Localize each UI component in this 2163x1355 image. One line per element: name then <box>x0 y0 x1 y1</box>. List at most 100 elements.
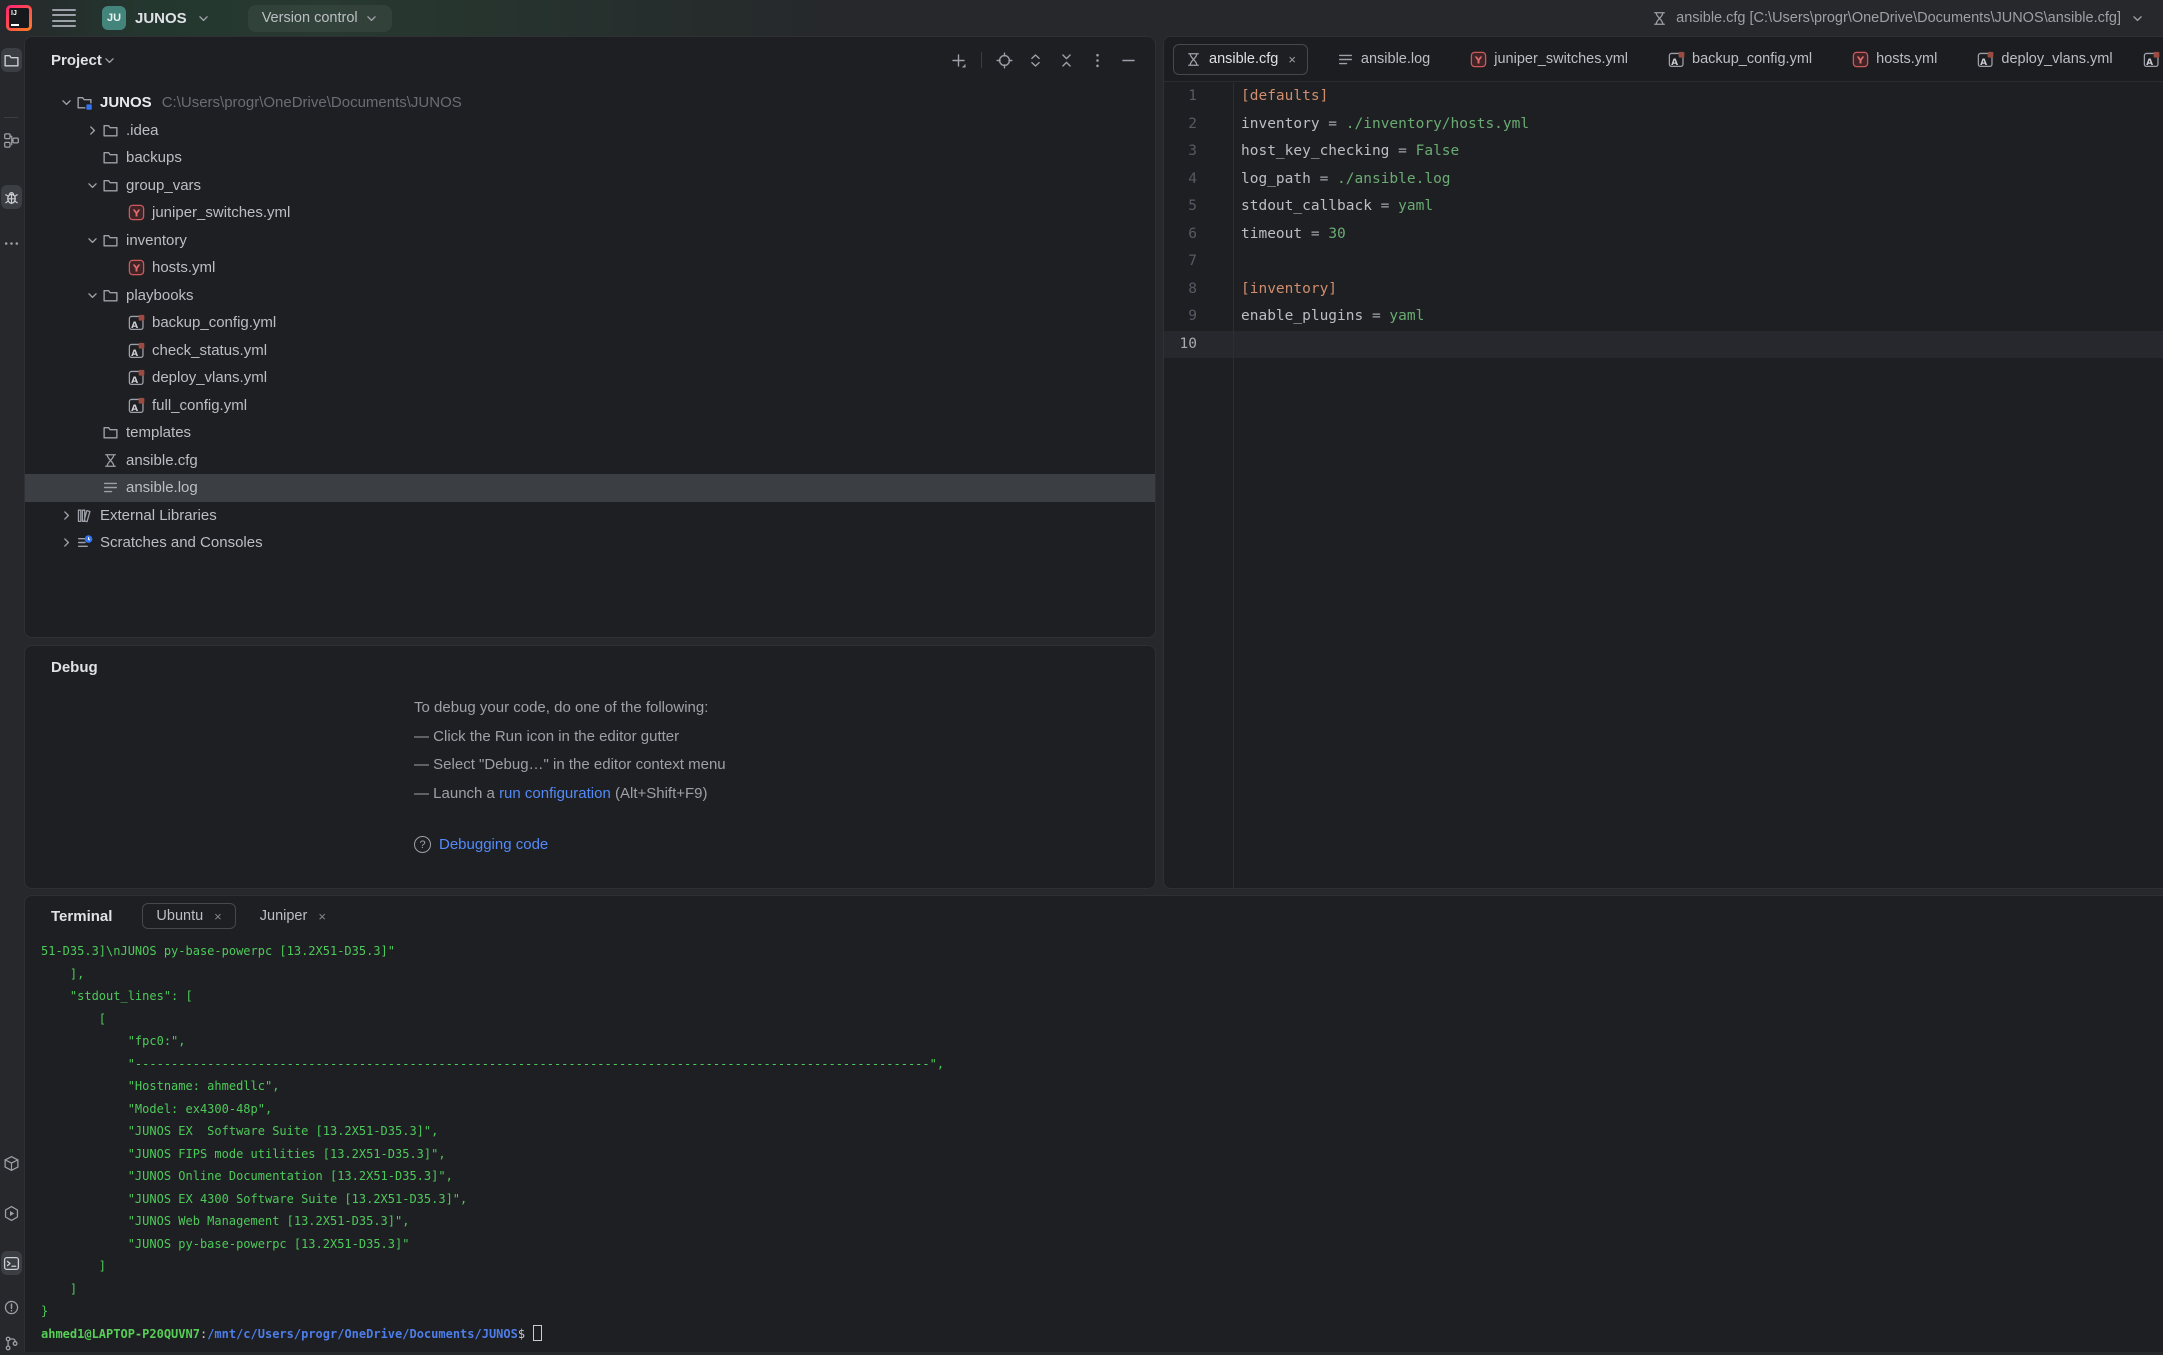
line-number: 6 <box>1164 221 1197 249</box>
line-number: 10 <box>1164 331 1197 359</box>
tree-item-hosts-yml[interactable]: Yhosts.yml <box>25 254 1155 282</box>
line-number: 9 <box>1164 303 1197 331</box>
prompt-path: /mnt/c/Users/progr/OneDrive/Documents/JU… <box>207 1327 518 1341</box>
main-menu-icon[interactable] <box>52 9 76 27</box>
editor-content[interactable]: 1[defaults]2inventory = ./inventory/host… <box>1164 83 2163 888</box>
tree-item-label: ansible.log <box>126 479 198 496</box>
svg-text:Y: Y <box>1856 55 1865 66</box>
tree-item-deploy-vlans-yml[interactable]: Adeploy_vlans.yml <box>25 364 1155 392</box>
terminal-cursor[interactable] <box>533 1325 542 1341</box>
tree-item-juniper-switches-yml[interactable]: Yjuniper_switches.yml <box>25 199 1155 227</box>
editor-line-9: 9enable_plugins = yaml <box>1164 303 2163 331</box>
tree-item-check-status-yml[interactable]: Acheck_status.yml <box>25 337 1155 365</box>
tree-item-inventory[interactable]: inventory <box>25 227 1155 255</box>
terminal-tab-juniper[interactable]: Juniper× <box>246 903 340 929</box>
add-button[interactable] <box>950 52 967 69</box>
debug-bug-icon[interactable] <box>1 185 22 209</box>
tree-item-scratches-and-consoles[interactable]: Scratches and Consoles <box>25 529 1155 557</box>
chevron-down-icon[interactable] <box>82 177 102 193</box>
editor-tab-label: ansible.log <box>1361 51 1430 67</box>
folder-icon <box>102 232 119 249</box>
terminal-tab-label: Ubuntu <box>156 908 203 924</box>
expand-all-button[interactable] <box>1027 52 1044 69</box>
svg-text:A: A <box>131 349 138 359</box>
editor-tab-backup-config-yml[interactable]: Abackup_config.yml <box>1648 37 1832 82</box>
folder-root-icon <box>76 94 93 111</box>
yaml-icon: Y <box>1470 51 1487 68</box>
editor-tab-juniper-switches-yml[interactable]: Yjuniper_switches.yml <box>1450 37 1648 82</box>
terminal-header: Terminal Ubuntu×Juniper× <box>25 896 2163 936</box>
editor-tab-label: ansible.cfg <box>1209 51 1278 67</box>
line-code: enable_plugins = yaml <box>1197 303 1424 331</box>
debug-help-row: ? Debugging code <box>414 836 548 853</box>
tree-item-idea[interactable]: .idea <box>25 117 1155 145</box>
prompt-dollar: $ <box>518 1327 525 1341</box>
collapse-all-button[interactable] <box>1058 52 1075 69</box>
chevron-down-icon[interactable] <box>82 287 102 303</box>
tree-item-ansible-cfg[interactable]: ansible.cfg <box>25 447 1155 475</box>
project-panel-title[interactable]: Project <box>51 52 102 69</box>
tree-item-external-libraries[interactable]: External Libraries <box>25 502 1155 530</box>
version-control-label: Version control <box>262 10 358 26</box>
terminal-line: } <box>41 1300 2155 1323</box>
problems-icon[interactable] <box>1 1295 22 1319</box>
tree-item-full-config-yml[interactable]: Afull_config.yml <box>25 392 1155 420</box>
close-tab-icon[interactable]: × <box>1288 52 1296 67</box>
tree-item-backup-config-yml[interactable]: Abackup_config.yml <box>25 309 1155 337</box>
svg-text:A: A <box>131 404 138 414</box>
editor-line-4: 4log_path = ./ansible.log <box>1164 166 2163 194</box>
terminal-line: "JUNOS EX 4300 Software Suite [13.2X51-D… <box>41 1188 2155 1211</box>
terminal-icon[interactable] <box>1 1251 22 1275</box>
project-folder-icon[interactable] <box>1 48 22 72</box>
folder-icon <box>102 177 119 194</box>
tree-item-templates[interactable]: templates <box>25 419 1155 447</box>
editor-tab-partial[interactable]: A <box>2133 37 2160 82</box>
run-configuration-link[interactable]: run configuration <box>499 785 611 802</box>
chevron-down-icon[interactable] <box>102 52 118 68</box>
editor-tab-label: juniper_switches.yml <box>1494 51 1628 67</box>
close-tab-icon[interactable]: × <box>318 909 326 924</box>
chevron-spacer <box>82 150 102 166</box>
project-switcher[interactable]: JU JUNOS <box>102 6 212 30</box>
intellij-logo-icon[interactable]: IJ <box>6 5 32 31</box>
tree-item-junos[interactable]: JUNOSC:\Users\progr\OneDrive\Documents\J… <box>25 89 1155 117</box>
project-tool-window: Project JUNOSC:\Users\progr\OneDrive\Doc… <box>24 36 1156 638</box>
code-token: log_path <box>1241 171 1311 187</box>
services-icon[interactable] <box>1 1201 22 1225</box>
git-branch-icon[interactable] <box>1 1331 22 1355</box>
version-control-button[interactable]: Version control <box>248 5 392 32</box>
chevron-right-icon[interactable] <box>82 122 102 138</box>
ansible-icon: A <box>1668 51 1685 68</box>
hide-button[interactable] <box>1120 52 1137 69</box>
tree-item-backups[interactable]: backups <box>25 144 1155 172</box>
more-vertical-button[interactable] <box>1089 52 1106 69</box>
editor-tab-ansible-log[interactable]: ansible.log <box>1317 37 1450 82</box>
terminal-line: "Hostname: ahmedllc", <box>41 1075 2155 1098</box>
terminal-output[interactable]: 51-D35.3]\nJUNOS py-base-powerpc [13.2X5… <box>41 940 2155 1348</box>
close-tab-icon[interactable]: × <box>214 909 222 924</box>
editor-tab-hosts-yml[interactable]: Yhosts.yml <box>1832 37 1957 82</box>
chevron-down-icon[interactable] <box>56 95 76 111</box>
editor-tab-deploy-vlans-yml[interactable]: Adeploy_vlans.yml <box>1957 37 2132 82</box>
editor-tab-ansible-cfg[interactable]: ansible.cfg × <box>1173 44 1308 75</box>
debug-text: — Select "Debug…" in the editor context … <box>414 756 726 773</box>
tree-item-playbooks[interactable]: playbooks <box>25 282 1155 310</box>
config-icon <box>1185 51 1202 68</box>
terminal-tab-ubuntu[interactable]: Ubuntu × <box>142 903 235 929</box>
chevron-right-icon[interactable] <box>56 507 76 523</box>
terminal-line: "JUNOS py-base-powerpc [13.2X51-D35.3]" <box>41 1233 2155 1256</box>
python-packages-icon[interactable] <box>1 1151 22 1175</box>
tree-item-label: check_status.yml <box>152 342 267 359</box>
tree-item-ansible-log[interactable]: ansible.log <box>25 474 1155 502</box>
debug-text: (Alt+Shift+F9) <box>611 785 708 802</box>
file-path-widget[interactable]: ansible.cfg [C:\Users\progr\OneDrive\Doc… <box>1651 10 2145 27</box>
structure-icon[interactable] <box>1 128 22 152</box>
chevron-down-icon[interactable] <box>82 232 102 248</box>
terminal-panel-title[interactable]: Terminal <box>51 908 112 925</box>
debugging-code-link[interactable]: Debugging code <box>439 836 548 853</box>
locate-button[interactable] <box>996 52 1013 69</box>
chevron-right-icon[interactable] <box>56 535 76 551</box>
tree-item-group-vars[interactable]: group_vars <box>25 172 1155 200</box>
more-horizontal-icon[interactable] <box>1 231 22 255</box>
svg-text:A: A <box>2146 57 2153 67</box>
